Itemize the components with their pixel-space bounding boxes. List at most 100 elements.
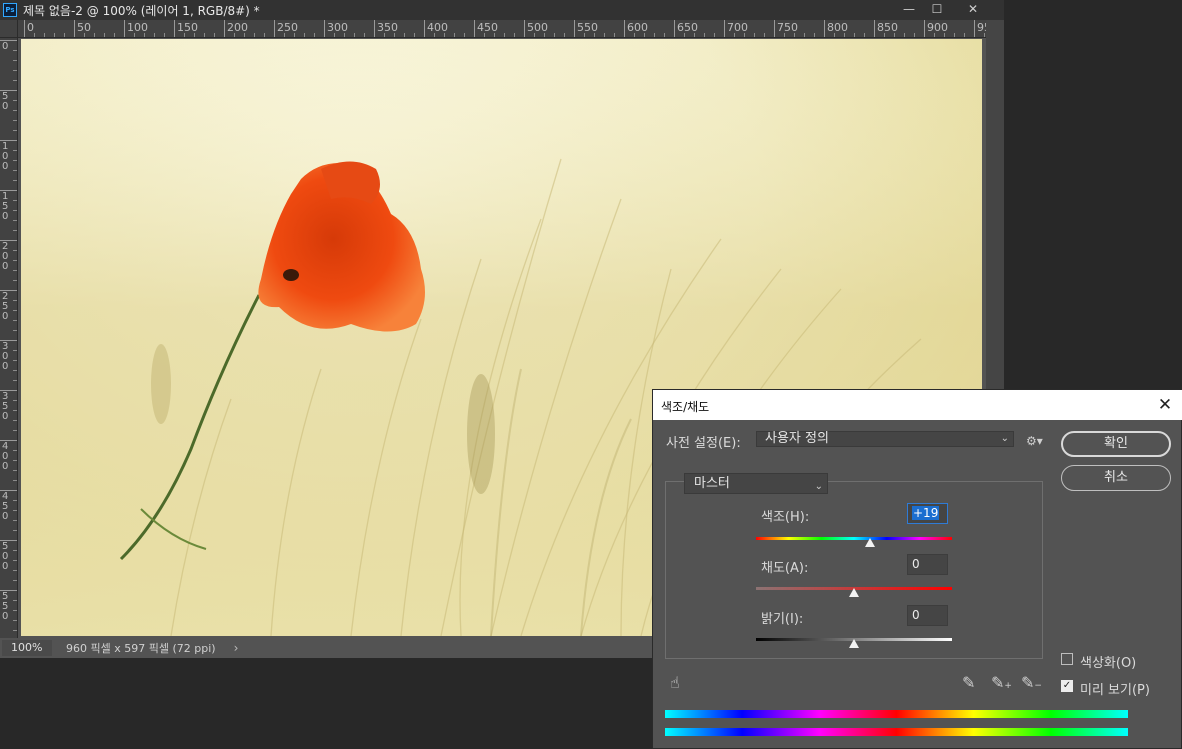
v-ruler-tick <box>13 300 17 301</box>
v-ruler-tick <box>13 150 17 151</box>
color-spectrum-bottom <box>665 728 1128 736</box>
v-ruler-tick <box>13 460 17 461</box>
h-ruler-mark: 900 <box>924 20 948 37</box>
document-title: 제목 없음-2 @ 100% (레이어 1, RGB/8#) * <box>23 3 260 18</box>
h-ruler-mark: 150 <box>174 20 198 37</box>
h-ruler-mark: 450 <box>474 20 498 37</box>
dialog-titlebar[interactable]: 색조/채도 ✕ <box>653 390 1182 420</box>
lightness-slider-thumb[interactable] <box>849 639 859 648</box>
v-ruler-tick <box>13 500 17 501</box>
v-ruler-tick <box>13 360 17 361</box>
h-ruler-mark: 500 <box>524 20 548 37</box>
v-ruler-mark: 200 <box>0 240 17 272</box>
h-ruler-tick <box>704 33 705 37</box>
h-ruler-tick <box>344 33 345 37</box>
h-ruler-tick <box>104 33 105 37</box>
h-ruler-tick <box>264 33 265 37</box>
h-ruler-tick <box>744 33 745 37</box>
h-ruler-tick <box>694 33 695 37</box>
cancel-button[interactable]: 취소 <box>1061 465 1171 491</box>
dialog-close-button[interactable]: ✕ <box>1154 394 1176 416</box>
v-ruler-tick <box>13 370 17 371</box>
v-ruler-tick <box>13 280 17 281</box>
hue-saturation-dialog: 색조/채도 ✕ 사전 설정(E): 사용자 정의 ⌄ ⚙▾ 확인 취소 마스터 … <box>652 389 1182 749</box>
h-ruler-tick <box>64 33 65 37</box>
saturation-input[interactable]: 0 <box>907 554 948 575</box>
colorize-checkbox[interactable] <box>1061 653 1073 665</box>
v-ruler-tick <box>13 100 17 101</box>
h-ruler-mark: 650 <box>674 20 698 37</box>
h-ruler-tick <box>864 33 865 37</box>
h-ruler-tick <box>334 33 335 37</box>
v-ruler-tick <box>13 70 17 71</box>
maximize-button[interactable]: ☐ <box>920 0 954 17</box>
zoom-level-field[interactable]: 100% <box>2 640 52 656</box>
h-ruler-tick <box>414 33 415 37</box>
h-ruler-tick <box>564 33 565 37</box>
preset-dropdown[interactable]: 사용자 정의 ⌄ <box>756 431 1014 447</box>
targeted-adjustment-hand-icon[interactable]: ☝ <box>670 673 680 692</box>
v-ruler-mark: 100 <box>0 140 17 172</box>
v-ruler-tick <box>13 110 17 111</box>
v-ruler-tick <box>13 200 17 201</box>
h-ruler-tick <box>964 33 965 37</box>
eyedropper-plus-icon[interactable]: ✎+ <box>991 673 1012 692</box>
v-ruler-tick <box>13 470 17 471</box>
h-ruler-mark: 600 <box>624 20 648 37</box>
h-ruler-mark: 550 <box>574 20 598 37</box>
h-ruler-tick <box>304 33 305 37</box>
close-window-button[interactable]: ✕ <box>956 0 990 17</box>
v-ruler-tick <box>13 600 17 601</box>
status-menu-arrow-icon[interactable]: › <box>234 641 239 655</box>
color-spectrum-top <box>665 710 1128 718</box>
h-ruler-tick <box>884 33 885 37</box>
h-ruler-mark: 400 <box>424 20 448 37</box>
h-ruler-tick <box>684 33 685 37</box>
gear-icon[interactable]: ⚙▾ <box>1026 434 1043 448</box>
v-ruler-tick <box>13 220 17 221</box>
h-ruler-tick <box>484 33 485 37</box>
preview-checkbox[interactable]: ✓ <box>1061 680 1073 692</box>
document-titlebar[interactable]: Ps 제목 없음-2 @ 100% (레이어 1, RGB/8#) * — ☐ … <box>0 0 1004 20</box>
v-ruler-tick <box>13 520 17 521</box>
v-ruler-mark: 500 <box>0 540 17 572</box>
h-ruler-tick <box>54 33 55 37</box>
h-ruler-mark: 250 <box>274 20 298 37</box>
hue-slider-track[interactable] <box>756 537 952 540</box>
saturation-slider-thumb[interactable] <box>849 588 859 597</box>
ruler-origin[interactable] <box>0 20 18 38</box>
horizontal-ruler[interactable]: 0 50 100 150 200 250 300 350 400 450 500 550 600 650 7… <box>18 20 986 38</box>
h-ruler-tick <box>904 33 905 37</box>
v-ruler-tick <box>13 530 17 531</box>
h-ruler-tick <box>114 33 115 37</box>
h-ruler-tick <box>714 33 715 37</box>
h-ruler-tick <box>844 33 845 37</box>
eyedropper-icon[interactable]: ✎ <box>962 673 975 692</box>
v-ruler-tick <box>13 410 17 411</box>
ok-button[interactable]: 확인 <box>1061 431 1171 457</box>
v-ruler-tick <box>13 550 17 551</box>
hue-slider-thumb[interactable] <box>864 538 875 547</box>
h-ruler-mark: 50 <box>74 20 91 37</box>
preset-label: 사전 설정(E): <box>666 436 741 451</box>
h-ruler-tick <box>954 33 955 37</box>
v-ruler-tick <box>13 630 17 631</box>
h-ruler-tick <box>814 33 815 37</box>
h-ruler-mark: 100 <box>124 20 148 37</box>
hue-label: 색조(H): <box>761 510 810 525</box>
h-ruler-tick <box>94 33 95 37</box>
h-ruler-tick <box>664 33 665 37</box>
v-ruler-tick <box>13 560 17 561</box>
eyedropper-minus-icon[interactable]: ✎− <box>1021 673 1042 692</box>
h-ruler-tick <box>944 33 945 37</box>
v-ruler-tick <box>13 270 17 271</box>
v-ruler-tick <box>13 130 17 131</box>
hue-input[interactable]: +19 <box>907 503 948 524</box>
vertical-ruler[interactable]: 0 50 100 150 200 250 300 350 400 450 500 550 <box>0 38 18 638</box>
channel-dropdown[interactable]: 마스터 ⌄ <box>684 473 828 494</box>
v-ruler-tick <box>13 330 17 331</box>
h-ruler-tick <box>934 33 935 37</box>
h-ruler-tick <box>144 33 145 37</box>
v-ruler-mark: 150 <box>0 190 17 222</box>
lightness-input[interactable]: 0 <box>907 605 948 626</box>
